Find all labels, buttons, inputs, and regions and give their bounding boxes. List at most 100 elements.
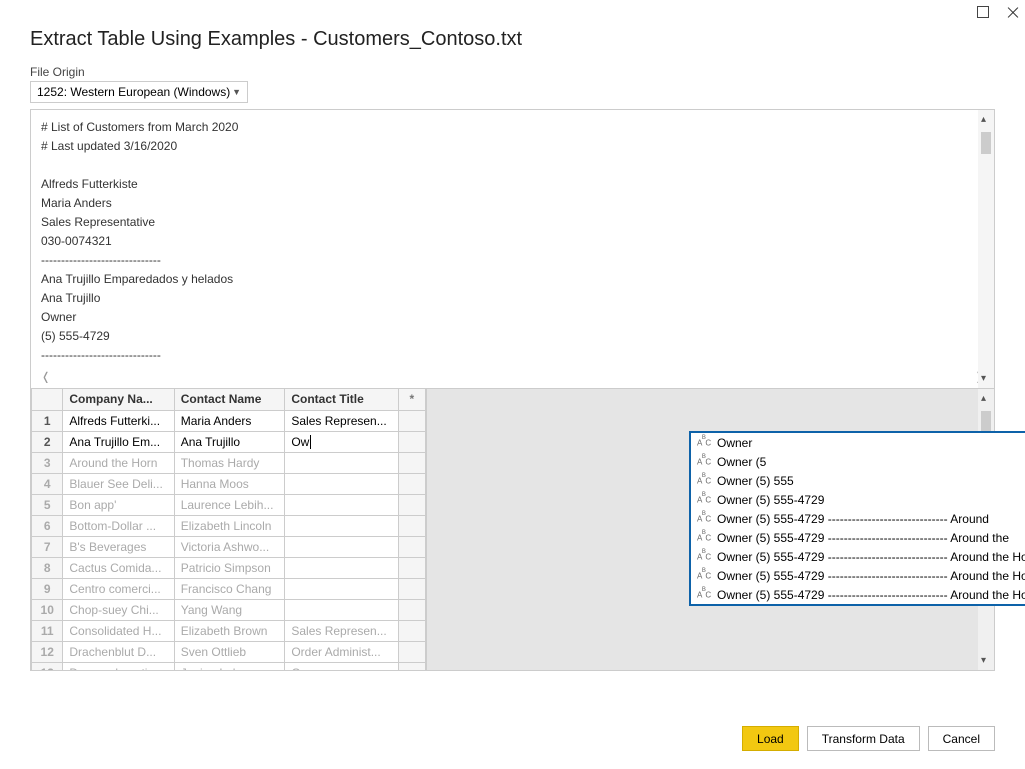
table-row[interactable]: 6Bottom-Dollar ...Elizabeth Lincoln xyxy=(32,515,426,536)
cancel-button[interactable]: Cancel xyxy=(928,726,995,751)
cell-contact[interactable]: Yang Wang xyxy=(174,599,285,620)
cell-company[interactable]: Chop-suey Chi... xyxy=(63,599,174,620)
maximize-icon[interactable] xyxy=(977,6,989,18)
suggestion-item[interactable]: ABCOwner (5) 555-4729 ------------------… xyxy=(691,509,1025,528)
suggestion-text: Owner (5) 555-4729 ---------------------… xyxy=(717,569,1025,583)
column-header[interactable]: Contact Name xyxy=(174,389,285,410)
cell-title[interactable]: Sales Represen... xyxy=(285,410,398,431)
table-row[interactable]: 12Drachenblut D...Sven OttliebOrder Admi… xyxy=(32,641,426,662)
suggestion-item[interactable]: ABCOwner (5) 555 xyxy=(691,471,1025,490)
cell-empty xyxy=(398,599,425,620)
cell-title[interactable] xyxy=(285,515,398,536)
scroll-down-icon[interactable]: ▾ xyxy=(981,373,986,384)
suggestion-item[interactable]: ABCOwner (5) 555-4729 ------------------… xyxy=(691,528,1025,547)
column-header[interactable]: Contact Title xyxy=(285,389,398,410)
cell-title[interactable] xyxy=(285,599,398,620)
cell-title[interactable]: Sales Represen... xyxy=(285,620,398,641)
cell-contact[interactable]: Hanna Moos xyxy=(174,473,285,494)
cell-company[interactable]: Consolidated H... xyxy=(63,620,174,641)
cell-title[interactable] xyxy=(285,473,398,494)
suggestion-item[interactable]: ABCOwner (5) 555-4729 xyxy=(691,490,1025,509)
suggestion-item[interactable]: ABC Owner (5) 555-4729 ------------------… xyxy=(691,547,1025,566)
cell-contact[interactable]: Thomas Hardy xyxy=(174,452,285,473)
close-icon[interactable] xyxy=(1007,6,1019,18)
file-origin-dropdown[interactable]: 1252: Western European (Windows) ▼ xyxy=(30,81,248,103)
table-row[interactable]: 10Chop-suey Chi...Yang Wang xyxy=(32,599,426,620)
suggestion-item[interactable]: ABCOwner (5 xyxy=(691,452,1025,471)
transform-data-button[interactable]: Transform Data xyxy=(807,726,920,751)
table-row[interactable]: 3Around the HornThomas Hardy xyxy=(32,452,426,473)
vertical-scrollbar[interactable]: ▴ ▾ xyxy=(978,110,994,388)
cell-contact[interactable]: Francisco Chang xyxy=(174,578,285,599)
cell-title[interactable] xyxy=(285,578,398,599)
cell-title[interactable] xyxy=(285,557,398,578)
cell-company[interactable]: Alfreds Futterki... xyxy=(63,410,174,431)
suggestion-item[interactable]: ABC Owner xyxy=(691,433,1025,452)
suggestion-text: Owner xyxy=(717,436,752,450)
cell-title[interactable]: Owner xyxy=(285,662,398,670)
autocomplete-popup[interactable]: ABCOwnerABCOwner (5ABCOwner (5) 555ABCOw… xyxy=(689,431,1025,606)
file-preview: # List of Customers from March 2020 # La… xyxy=(30,109,995,389)
suggestion-item[interactable]: ABCOwner (5) 555-4729 ------------------… xyxy=(691,566,1025,585)
scroll-up-icon[interactable]: ▴ xyxy=(981,393,986,404)
dialog-title: Extract Table Using Examples - Customers… xyxy=(30,28,995,51)
table-row[interactable]: 7B's BeveragesVictoria Ashwo... xyxy=(32,536,426,557)
scroll-down-icon[interactable]: ▾ xyxy=(981,655,986,666)
row-number: 13 xyxy=(32,662,63,670)
horizontal-scrollbar[interactable]: ‹ › xyxy=(31,368,994,388)
cell-title[interactable]: Order Administ... xyxy=(285,641,398,662)
cell-contact[interactable]: Victoria Ashwo... xyxy=(174,536,285,557)
cell-company[interactable]: Ana Trujillo Em... xyxy=(63,431,174,452)
table-row[interactable]: 1Alfreds Futterki...Maria AndersSales Re… xyxy=(32,410,426,431)
suggestion-text: Owner (5) 555 xyxy=(717,474,794,488)
cell-contact[interactable]: Elizabeth Brown xyxy=(174,620,285,641)
table-row[interactable]: 5Bon app'Laurence Lebih... xyxy=(32,494,426,515)
text-type-icon: ABC xyxy=(697,437,711,448)
text-type-icon: ABC xyxy=(697,494,711,505)
scroll-thumb[interactable] xyxy=(981,411,991,433)
suggestion-text: Owner (5 xyxy=(717,455,766,469)
cell-title[interactable] xyxy=(285,494,398,515)
cell-contact[interactable]: Patricio Simpson xyxy=(174,557,285,578)
row-number: 2 xyxy=(32,431,63,452)
scroll-thumb[interactable] xyxy=(981,132,991,154)
cell-company[interactable]: Bon app' xyxy=(63,494,174,515)
table-row[interactable]: 13Du monde entierJanine LabruneOwner xyxy=(32,662,426,670)
suggestion-item[interactable]: ABCOwner (5) 555-4729 ------------------… xyxy=(691,585,1025,604)
example-table[interactable]: Company Na... Contact Name Contact Title… xyxy=(31,389,426,670)
cell-company[interactable]: Drachenblut D... xyxy=(63,641,174,662)
cell-company[interactable]: Centro comerci... xyxy=(63,578,174,599)
cell-company[interactable]: Blauer See Deli... xyxy=(63,473,174,494)
scroll-up-icon[interactable]: ▴ xyxy=(981,114,986,125)
text-type-icon: ABC xyxy=(697,551,711,562)
cell-company[interactable]: Bottom-Dollar ... xyxy=(63,515,174,536)
table-empty-area: ABCOwnerABCOwner (5ABCOwner (5) 555ABCOw… xyxy=(426,389,994,670)
table-row[interactable]: 8Cactus Comida...Patricio Simpson xyxy=(32,557,426,578)
cell-contact[interactable]: Laurence Lebih... xyxy=(174,494,285,515)
cell-contact[interactable]: Ana Trujillo xyxy=(174,431,285,452)
row-number: 8 xyxy=(32,557,63,578)
load-button[interactable]: Load xyxy=(742,726,799,751)
cell-empty xyxy=(398,620,425,641)
cell-company[interactable]: Cactus Comida... xyxy=(63,557,174,578)
cell-contact[interactable]: Sven Ottlieb xyxy=(174,641,285,662)
cell-contact[interactable]: Janine Labrune xyxy=(174,662,285,670)
row-number: 5 xyxy=(32,494,63,515)
cell-contact[interactable]: Elizabeth Lincoln xyxy=(174,515,285,536)
column-header[interactable]: Company Na... xyxy=(63,389,174,410)
cell-title[interactable] xyxy=(285,536,398,557)
table-row[interactable]: 11Consolidated H...Elizabeth BrownSales … xyxy=(32,620,426,641)
row-number: 11 xyxy=(32,620,63,641)
cell-company[interactable]: Du monde entier xyxy=(63,662,174,670)
table-row[interactable]: 4Blauer See Deli...Hanna Moos xyxy=(32,473,426,494)
cell-title[interactable]: Ow xyxy=(285,431,398,452)
suggestion-text: Owner (5) 555-4729 ---------------------… xyxy=(717,550,1025,564)
table-row[interactable]: 2Ana Trujillo Em...Ana TrujilloOw xyxy=(32,431,426,452)
file-origin-label: File Origin xyxy=(30,65,995,79)
add-column-button[interactable]: * xyxy=(398,389,425,410)
cell-contact[interactable]: Maria Anders xyxy=(174,410,285,431)
cell-title[interactable] xyxy=(285,452,398,473)
cell-company[interactable]: Around the Horn xyxy=(63,452,174,473)
cell-company[interactable]: B's Beverages xyxy=(63,536,174,557)
table-row[interactable]: 9Centro comerci...Francisco Chang xyxy=(32,578,426,599)
